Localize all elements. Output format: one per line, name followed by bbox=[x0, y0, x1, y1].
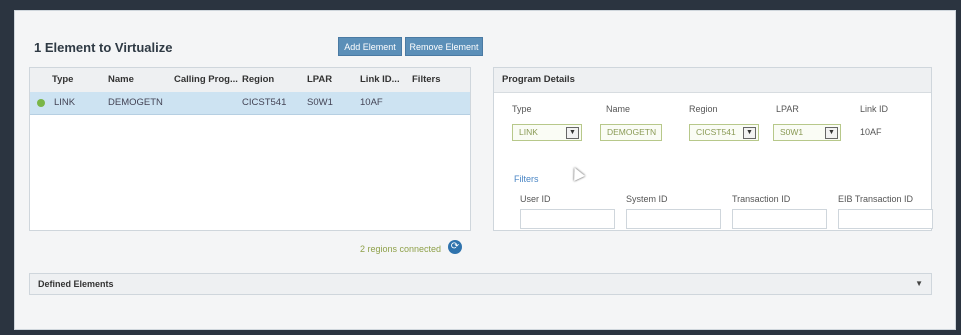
col-name-header[interactable]: Name bbox=[108, 68, 134, 92]
system-id-label: System ID bbox=[626, 194, 668, 204]
user-id-field[interactable] bbox=[520, 209, 615, 229]
elements-grid: Type Name Calling Prog... Region LPAR Li… bbox=[29, 67, 471, 231]
cell-region: CICST541 bbox=[242, 97, 287, 108]
program-details-header: Program Details bbox=[494, 68, 931, 93]
name-field[interactable]: DEMOGETN bbox=[600, 124, 662, 141]
cell-lpar: S0W1 bbox=[307, 97, 333, 108]
cell-link-id: 10AF bbox=[360, 97, 383, 108]
status-dot-icon bbox=[37, 99, 45, 107]
grid-header: Type Name Calling Prog... Region LPAR Li… bbox=[30, 68, 470, 93]
name-label: Name bbox=[606, 104, 631, 114]
col-link-id-header[interactable]: Link ID... bbox=[360, 68, 400, 92]
col-region-header[interactable]: Region bbox=[242, 68, 274, 92]
col-filters-header[interactable]: Filters bbox=[412, 68, 441, 92]
program-details-title: Program Details bbox=[502, 74, 575, 85]
eib-transaction-id-label: EIB Transaction ID bbox=[838, 194, 914, 204]
lpar-label: LPAR bbox=[776, 104, 799, 114]
lpar-select[interactable]: S0W1 ▼ bbox=[773, 124, 841, 141]
remove-element-button[interactable]: Remove Element bbox=[405, 37, 483, 56]
defined-elements-label: Defined Elements bbox=[38, 279, 114, 289]
filters-link[interactable]: Filters bbox=[514, 174, 539, 184]
cell-type: LINK bbox=[54, 97, 76, 108]
region-label: Region bbox=[689, 104, 718, 114]
chevron-down-icon: ▼ bbox=[915, 279, 923, 288]
col-lpar-header[interactable]: LPAR bbox=[307, 68, 332, 92]
chevron-down-icon: ▼ bbox=[743, 127, 756, 139]
region-select[interactable]: CICST541 ▼ bbox=[689, 124, 759, 141]
program-details-panel: Program Details Type Name Region LPAR Li… bbox=[493, 67, 933, 231]
system-id-field[interactable] bbox=[626, 209, 721, 229]
type-select-value: LINK bbox=[519, 127, 538, 137]
col-type-header[interactable]: Type bbox=[52, 68, 73, 92]
regions-status: 2 regions connected bbox=[360, 244, 442, 254]
chevron-down-icon: ▼ bbox=[825, 127, 838, 139]
type-label: Type bbox=[512, 104, 532, 114]
refresh-icon[interactable]: ⟳ bbox=[448, 240, 462, 254]
transaction-id-label: Transaction ID bbox=[732, 194, 791, 204]
region-select-value: CICST541 bbox=[696, 127, 736, 137]
link-id-label: Link ID bbox=[860, 104, 889, 114]
link-id-value: 10AF bbox=[860, 127, 882, 137]
col-calling-prog-header[interactable]: Calling Prog... bbox=[174, 68, 238, 92]
cell-name: DEMOGETN bbox=[108, 97, 163, 108]
add-element-button[interactable]: Add Element bbox=[338, 37, 402, 56]
defined-elements-section[interactable]: Defined Elements ▼ bbox=[29, 273, 932, 295]
transaction-id-field[interactable] bbox=[732, 209, 827, 229]
user-id-label: User ID bbox=[520, 194, 551, 204]
type-select[interactable]: LINK ▼ bbox=[512, 124, 582, 141]
lpar-select-value: S0W1 bbox=[780, 127, 804, 137]
eib-transaction-id-field[interactable] bbox=[838, 209, 933, 229]
page-title: 1 Element to Virtualize bbox=[34, 40, 173, 55]
table-row[interactable]: LINK DEMOGETN CICST541 S0W1 10AF bbox=[30, 92, 470, 115]
chevron-down-icon: ▼ bbox=[566, 127, 579, 139]
